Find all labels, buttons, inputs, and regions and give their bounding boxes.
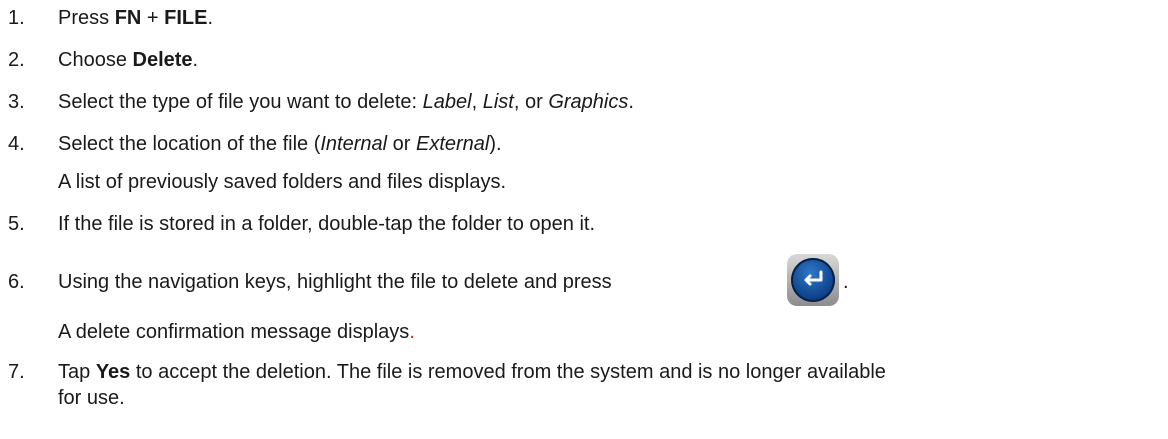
key-file: FILE [164, 7, 208, 29]
step-text: Choose Delete. [58, 48, 198, 72]
text: Tap [58, 361, 96, 383]
step-text: Using the navigation keys, highlight the… [58, 271, 612, 293]
text: or [387, 133, 416, 155]
text: . [192, 49, 199, 71]
step-text-period: . [843, 271, 849, 293]
step-number: 4. [8, 133, 25, 155]
text: + [141, 7, 165, 29]
step-text: for use. [58, 387, 125, 409]
type-graphics: Graphics [548, 91, 629, 113]
location-external: External [416, 133, 490, 155]
text: Press [58, 7, 115, 29]
step-text: Press FN + FILE. [58, 6, 213, 30]
step-number: 5. [8, 213, 25, 235]
text: Select the type of file you want to dele… [58, 91, 423, 113]
text: . [409, 321, 415, 343]
step-number: 6. [8, 271, 25, 293]
step-text: Select the location of the file (Interna… [58, 132, 502, 156]
text: . [628, 91, 634, 113]
type-label: Label [422, 91, 472, 113]
text: to accept the deletion. The file is remo… [130, 361, 886, 383]
yes-option: Yes [95, 361, 131, 383]
text: Choose [58, 49, 133, 71]
step-number: 3. [8, 91, 25, 113]
step-number: 7. [8, 361, 25, 383]
step-result-text: A list of previously saved folders and f… [58, 171, 506, 193]
enter-key-icon [787, 254, 839, 306]
step-text: If the file is stored in a folder, doubl… [58, 213, 596, 235]
key-fn: FN [114, 7, 142, 29]
text: A delete confirmation message displays [58, 321, 410, 343]
text: . [207, 7, 214, 29]
text: Select the location of the file ( [58, 133, 321, 155]
step-text: Tap Yes to accept the deletion. The file… [58, 360, 886, 384]
step-result-text: A delete confirmation message displays. [58, 320, 415, 344]
text: , [471, 91, 483, 113]
delete-option: Delete [132, 49, 193, 71]
type-list: List [482, 91, 514, 113]
text: , or [513, 91, 549, 113]
text: ). [489, 133, 502, 155]
step-number: 1. [8, 7, 25, 29]
step-number: 2. [8, 49, 25, 71]
location-internal: Internal [320, 133, 388, 155]
step-text: Select the type of file you want to dele… [58, 90, 634, 114]
